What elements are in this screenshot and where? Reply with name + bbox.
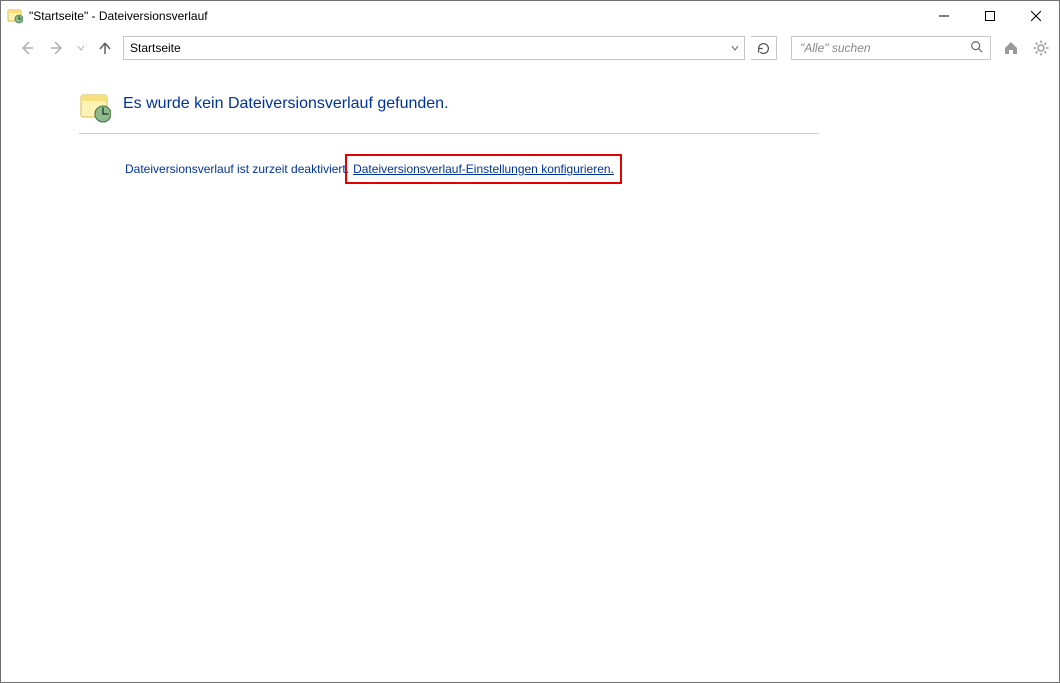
gear-icon[interactable] bbox=[1031, 38, 1051, 58]
home-icon[interactable] bbox=[1001, 38, 1021, 58]
close-button[interactable] bbox=[1013, 1, 1059, 31]
titlebar: "Startseite" - Dateiversionsverlauf bbox=[1, 1, 1059, 31]
maximize-button[interactable] bbox=[967, 1, 1013, 31]
minimize-button[interactable] bbox=[921, 1, 967, 31]
content-area: Es wurde kein Dateiversionsverlauf gefun… bbox=[1, 65, 1059, 682]
file-history-large-icon bbox=[79, 91, 111, 123]
highlight-box: Dateiversionsverlauf-Einstellungen konfi… bbox=[345, 154, 622, 184]
back-button[interactable] bbox=[15, 36, 39, 60]
address-dropdown-icon[interactable] bbox=[726, 37, 744, 59]
status-row: Dateiversionsverlauf ist zurzeit deaktiv… bbox=[125, 154, 1035, 184]
status-text: Dateiversionsverlauf ist zurzeit deaktiv… bbox=[125, 162, 349, 176]
recent-dropdown-icon[interactable] bbox=[75, 36, 87, 60]
window-title: "Startseite" - Dateiversionsverlauf bbox=[29, 9, 208, 23]
heading-row: Es wurde kein Dateiversionsverlauf gefun… bbox=[79, 91, 819, 134]
search-icon[interactable] bbox=[970, 40, 986, 56]
address-bar[interactable]: Startseite bbox=[123, 36, 745, 60]
forward-button[interactable] bbox=[45, 36, 69, 60]
page-heading: Es wurde kein Dateiversionsverlauf gefun… bbox=[123, 91, 449, 113]
search-box[interactable] bbox=[791, 36, 991, 60]
address-text: Startseite bbox=[124, 37, 726, 59]
toolbar: Startseite bbox=[1, 31, 1059, 65]
search-input[interactable] bbox=[798, 40, 970, 56]
configure-link[interactable]: Dateiversionsverlauf-Einstellungen konfi… bbox=[353, 162, 614, 176]
window: "Startseite" - Dateiversionsverlauf Star… bbox=[0, 0, 1060, 683]
up-button[interactable] bbox=[93, 36, 117, 60]
refresh-button[interactable] bbox=[751, 36, 777, 60]
file-history-icon bbox=[7, 8, 23, 24]
